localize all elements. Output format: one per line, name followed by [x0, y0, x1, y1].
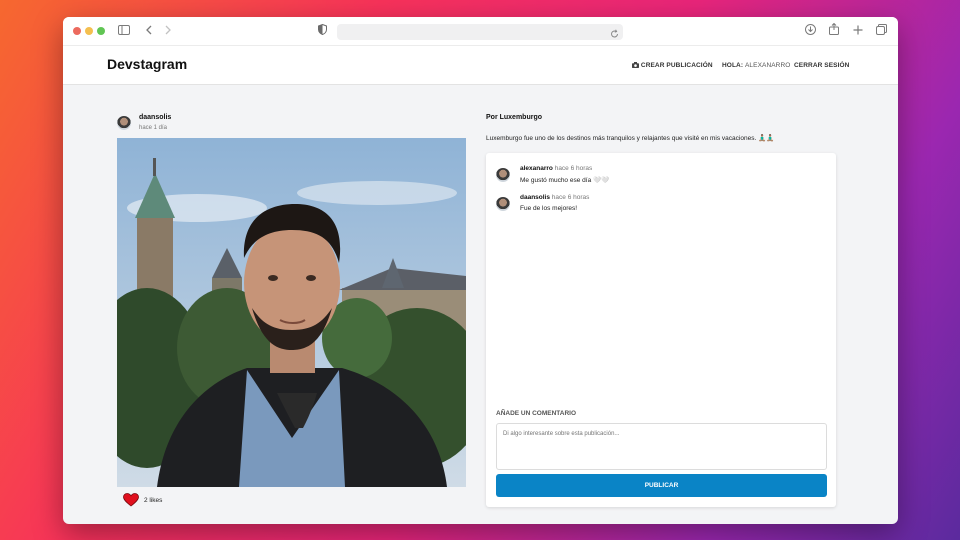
maximize-window-button[interactable] — [97, 27, 105, 35]
download-icon[interactable] — [805, 23, 816, 39]
logout-button[interactable]: Cerrar sesión — [794, 62, 849, 69]
comment-text: Fue de los mejores! — [520, 205, 578, 212]
browser-titlebar — [63, 17, 898, 46]
forward-icon[interactable] — [164, 23, 172, 39]
post-title: Por Luxemburgo — [486, 114, 543, 121]
app-logo[interactable]: Devstagram — [107, 56, 187, 72]
sidebar-icon[interactable] — [118, 23, 130, 39]
comment-username[interactable]: alexanarro — [520, 165, 553, 172]
close-window-button[interactable] — [73, 27, 81, 35]
comment-avatar[interactable] — [496, 168, 510, 182]
app-navbar: Devstagram Crear publicación Hola: alexa… — [63, 46, 898, 85]
author-avatar[interactable] — [117, 116, 131, 130]
post-photo — [117, 138, 466, 487]
create-post-label: Crear publicación — [640, 62, 713, 69]
minimize-window-button[interactable] — [85, 27, 93, 35]
address-bar[interactable] — [337, 24, 623, 40]
greeting: Hola: alexanarro — [722, 62, 790, 69]
back-icon[interactable] — [145, 23, 153, 39]
share-icon[interactable] — [829, 22, 839, 39]
tabs-icon[interactable] — [876, 23, 887, 39]
current-username[interactable]: alexanarro — [745, 62, 790, 69]
comment-time: hace 6 horas — [554, 165, 593, 172]
camera-icon — [632, 62, 641, 69]
post-time: hace 1 día — [139, 125, 168, 131]
add-comment-label: Añade un comentario — [496, 410, 577, 417]
new-tab-icon[interactable] — [853, 23, 863, 39]
comment-input[interactable] — [496, 423, 827, 470]
comments-panel: alexanarro hace 6 horas Me gustó mucho e… — [486, 153, 836, 507]
comment-username[interactable]: daansolis — [520, 194, 550, 201]
greeting-label: Hola: — [722, 62, 744, 69]
publish-comment-button[interactable]: Publicar — [496, 474, 827, 497]
likes-count: 2 likes — [144, 497, 163, 504]
browser-window: Devstagram Crear publicación Hola: alexa… — [63, 17, 898, 524]
comment-avatar[interactable] — [496, 197, 510, 211]
like-heart-icon[interactable] — [123, 493, 139, 507]
shield-icon — [318, 23, 327, 39]
comment-time: hace 6 horas — [551, 194, 590, 201]
post-description: Luxemburgo fue uno de los destinos más t… — [486, 135, 775, 142]
comment-text: Me gustó mucho ese día 🤍🤍 — [520, 177, 610, 184]
create-post-link[interactable]: Crear publicación — [632, 62, 713, 69]
post-author-name[interactable]: daansolis — [139, 114, 171, 121]
reload-icon[interactable] — [610, 26, 619, 44]
